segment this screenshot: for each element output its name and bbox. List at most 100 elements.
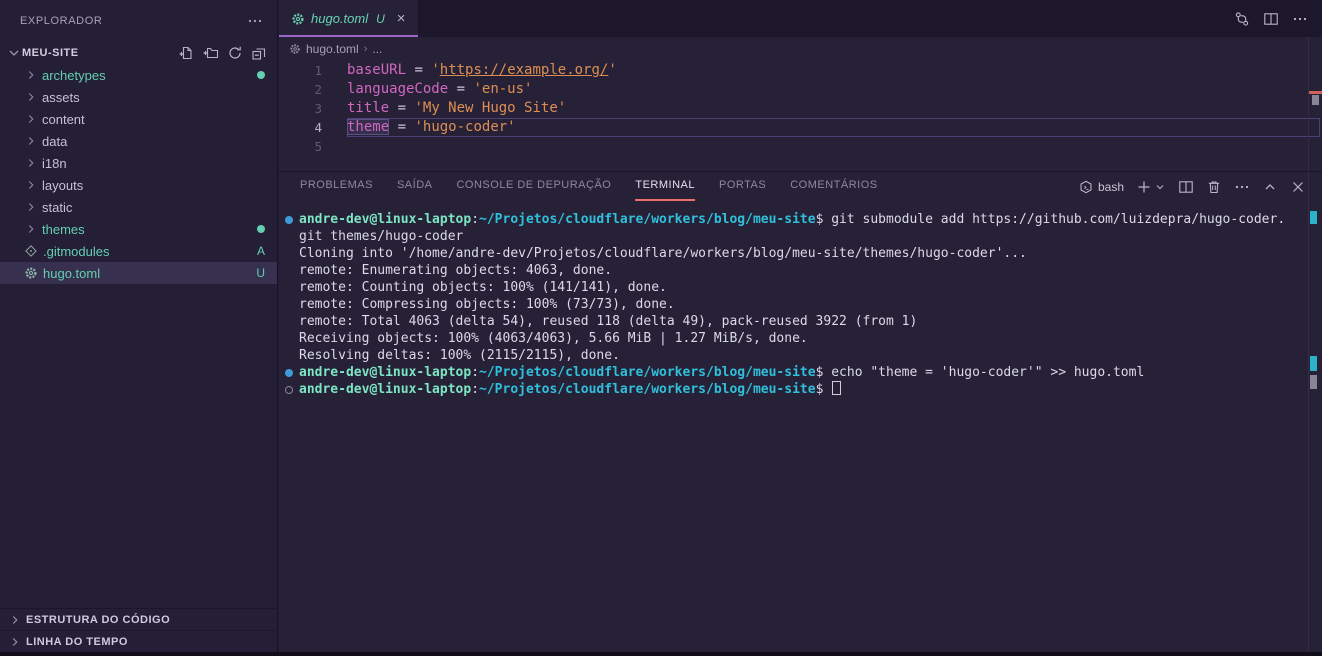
command-success-dot <box>285 369 293 377</box>
chevron-right-icon <box>8 613 22 627</box>
code-line-4-current: 4 theme = 'hugo-coder' <box>279 118 1322 137</box>
chevron-right-icon <box>24 90 38 104</box>
open-changes-icon[interactable] <box>1234 11 1250 27</box>
timeline-section[interactable]: LINHA DO TEMPO <box>0 630 277 652</box>
tab-saida[interactable]: SAÍDA <box>397 172 433 201</box>
git-status-badge: U <box>256 266 265 280</box>
breadcrumb-separator: › <box>364 43 368 55</box>
kill-terminal-icon[interactable] <box>1206 179 1222 195</box>
code-editor[interactable]: hugo.toml › ... 1 baseURL = 'https://exa… <box>279 37 1322 171</box>
collapse-folders-icon[interactable] <box>251 45 267 61</box>
tree-item-label: layouts <box>42 178 83 193</box>
tree-item-i18n[interactable]: i18n <box>0 152 277 174</box>
split-editor-icon[interactable] <box>1263 11 1279 27</box>
editor-more-actions-icon[interactable] <box>1292 11 1308 27</box>
url-link[interactable]: https://example.org/ <box>440 62 609 78</box>
terminal-current-prompt-line[interactable]: andre-dev@linux-laptop:~/Projetos/cloudf… <box>299 381 1322 398</box>
tab-problemas[interactable]: PROBLEMAS <box>300 172 373 201</box>
command-text: git submodule add https://github.com/lui… <box>823 212 1285 227</box>
chevron-right-icon <box>24 178 38 192</box>
terminal-output[interactable]: andre-dev@linux-laptop:~/Projetos/cloudf… <box>279 201 1322 398</box>
refresh-explorer-icon[interactable] <box>227 45 243 61</box>
line-number: 3 <box>279 99 330 118</box>
workspace-folder-name: MEU-SITE <box>22 47 79 59</box>
tree-item-themes[interactable]: themes <box>0 218 277 240</box>
shell-selector[interactable]: bash <box>1079 180 1124 194</box>
breadcrumb-rest[interactable]: ... <box>372 42 382 56</box>
tab-hugo-toml[interactable]: hugo.toml U × <box>279 0 419 37</box>
terminal-prompt-line: andre-dev@linux-laptop:~/Projetos/cloudf… <box>299 211 1322 228</box>
overview-ruler <box>1308 37 1309 171</box>
tree-item-gitmodules[interactable]: .gitmodules A <box>0 240 277 262</box>
terminal-output-line: git themes/hugo-coder <box>299 228 1322 245</box>
tab-portas[interactable]: PORTAS <box>719 172 766 201</box>
folder-section-header[interactable]: MEU-SITE <box>0 42 277 64</box>
maximize-panel-icon[interactable] <box>1262 179 1278 195</box>
tree-item-static[interactable]: static <box>0 196 277 218</box>
line-number: 1 <box>279 61 330 80</box>
chevron-right-icon <box>24 68 38 82</box>
git-status-badge: A <box>257 244 265 258</box>
tree-item-assets[interactable]: assets <box>0 86 277 108</box>
terminal-scrollbar-track[interactable] <box>1308 172 1309 652</box>
scrollbar-ruler-mark <box>1312 95 1319 105</box>
modified-line-ruler-mark <box>1309 91 1322 94</box>
prompt-scrollbar-mark <box>1310 375 1317 389</box>
close-panel-icon[interactable] <box>1290 179 1306 195</box>
code-line-3: 3 title = 'My New Hugo Site' <box>279 99 1322 118</box>
terminal-output-line: remote: Counting objects: 100% (141/141)… <box>299 279 1322 296</box>
terminal-output-line: remote: Enumerating objects: 4063, done. <box>299 262 1322 279</box>
command-text: echo "theme = 'hugo-coder'" >> hugo.toml <box>823 365 1144 380</box>
close-tab-icon[interactable]: × <box>397 11 406 26</box>
chevron-right-icon <box>24 222 38 236</box>
tree-item-archetypes[interactable]: archetypes <box>0 64 277 86</box>
tree-item-hugo-toml[interactable]: hugo.toml U <box>0 262 277 284</box>
outline-section-label: ESTRUTURA DO CÓDIGO <box>26 614 170 626</box>
tab-terminal[interactable]: TERMINAL <box>635 172 695 201</box>
terminal-dropdown-chevron-icon[interactable] <box>1154 181 1166 193</box>
split-terminal-icon[interactable] <box>1178 179 1194 195</box>
explorer-title: EXPLORADOR <box>20 15 102 27</box>
line-number: 5 <box>279 137 330 156</box>
tree-item-label: i18n <box>42 156 67 171</box>
tree-item-data[interactable]: data <box>0 130 277 152</box>
bottom-panel: PROBLEMAS SAÍDA CONSOLE DE DEPURAÇÃO TER… <box>279 171 1322 652</box>
git-changes-dot-badge <box>257 225 265 233</box>
tree-item-content[interactable]: content <box>0 108 277 130</box>
terminal-output-line: Resolving deltas: 100% (2115/2115), done… <box>299 347 1322 364</box>
vscode-window: EXPLORADOR MEU-SITE archetypes a <box>0 0 1322 656</box>
breadcrumb-file[interactable]: hugo.toml <box>306 42 359 56</box>
new-folder-icon[interactable] <box>203 45 219 61</box>
code-line-1: 1 baseURL = 'https://example.org/' <box>279 61 1322 80</box>
editor-tab-bar: hugo.toml U × <box>279 0 1322 37</box>
file-tree: archetypes assets content data i18n <box>0 64 277 284</box>
tab-console-depuracao[interactable]: CONSOLE DE DEPURAÇÃO <box>456 172 611 201</box>
chevron-right-icon <box>24 134 38 148</box>
new-file-icon[interactable] <box>179 45 195 61</box>
chevron-right-icon <box>24 200 38 214</box>
window-bottom-edge <box>0 652 1322 656</box>
terminal-output-line: remote: Total 4063 (delta 54), reused 11… <box>299 313 1322 330</box>
terminal-output-line: Cloning into '/home/andre-dev/Projetos/c… <box>299 245 1322 262</box>
tab-comentarios[interactable]: COMENTÁRIOS <box>790 172 877 201</box>
tree-item-label: assets <box>42 90 80 105</box>
breadcrumb[interactable]: hugo.toml › ... <box>279 37 1322 61</box>
git-diamond-icon <box>24 244 38 258</box>
command-scrollbar-mark <box>1310 356 1317 371</box>
outline-section[interactable]: ESTRUTURA DO CÓDIGO <box>0 608 277 630</box>
explorer-header: EXPLORADOR <box>0 0 277 42</box>
editor-area: hugo.toml U × hugo.toml › ... 1 baseURL … <box>279 0 1322 652</box>
new-terminal-icon[interactable] <box>1136 179 1152 195</box>
tree-item-label: data <box>42 134 67 149</box>
chevron-right-icon <box>8 635 22 649</box>
explorer-more-actions-icon[interactable] <box>247 13 263 29</box>
tree-item-layouts[interactable]: layouts <box>0 174 277 196</box>
terminal-output-line: Receiving objects: 100% (4063/4063), 5.6… <box>299 330 1322 347</box>
timeline-section-label: LINHA DO TEMPO <box>26 636 128 648</box>
tab-label: hugo.toml <box>311 11 368 26</box>
terminal-output-line: remote: Compressing objects: 100% (73/73… <box>299 296 1322 313</box>
code-line-2: 2 languageCode = 'en-us' <box>279 80 1322 99</box>
chevron-down-icon <box>6 45 22 61</box>
panel-more-actions-icon[interactable] <box>1234 179 1250 195</box>
terminal-cursor <box>832 381 841 395</box>
